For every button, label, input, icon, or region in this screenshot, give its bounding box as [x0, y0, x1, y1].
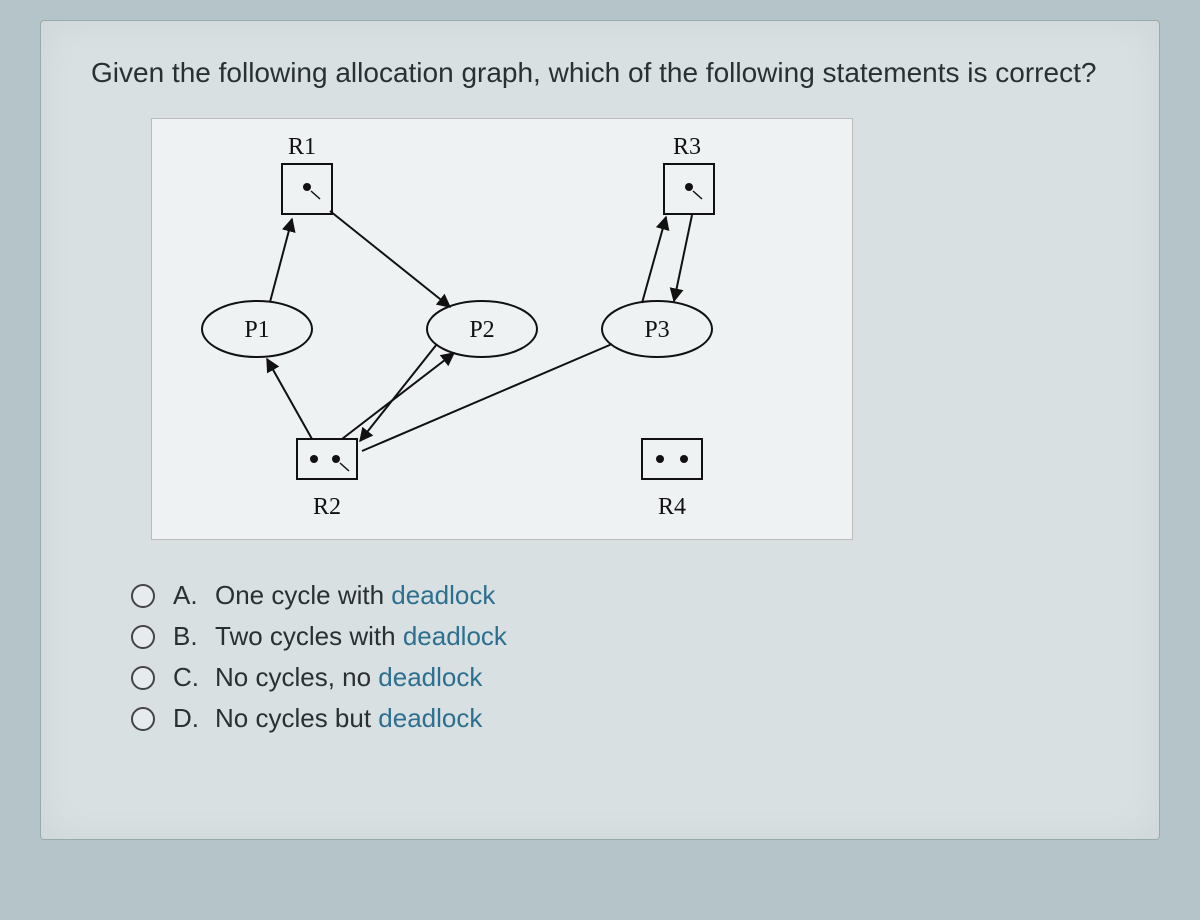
- edge-p1-r1: [270, 219, 292, 302]
- label-p1: P1: [244, 317, 269, 343]
- edge-r2-p1: [267, 359, 312, 439]
- option-letter: A.: [173, 580, 201, 611]
- option-plain: One cycle with: [215, 580, 391, 610]
- option-text: Two cycles with deadlock: [215, 621, 507, 652]
- radio-icon: [131, 584, 155, 608]
- allocation-graph: R1 R3 P1 P2 P3 R2: [151, 118, 853, 540]
- option-letter: B.: [173, 621, 201, 652]
- option-b[interactable]: B. Two cycles with deadlock: [131, 621, 1109, 652]
- option-text: No cycles but deadlock: [215, 703, 482, 734]
- instance-dot: [680, 455, 688, 463]
- edge-r1-p2: [330, 211, 450, 307]
- edge-r3-p3: [674, 215, 692, 301]
- options-list: A. One cycle with deadlock B. Two cycles…: [131, 580, 1109, 734]
- option-plain: No cycles but: [215, 703, 378, 733]
- label-r4: R4: [658, 494, 686, 520]
- option-letter: D.: [173, 703, 201, 734]
- question-card: Given the following allocation graph, wh…: [40, 20, 1160, 840]
- edge-p3-r3: [642, 217, 666, 303]
- label-r2: R2: [313, 494, 341, 520]
- option-d[interactable]: D. No cycles but deadlock: [131, 703, 1109, 734]
- option-highlight: deadlock: [391, 580, 495, 610]
- radio-icon: [131, 707, 155, 731]
- instance-dot: [303, 183, 311, 191]
- resource-r4: [642, 439, 702, 479]
- instance-dot: [656, 455, 664, 463]
- radio-icon: [131, 666, 155, 690]
- radio-icon: [131, 625, 155, 649]
- edge-r2-p2: [342, 353, 454, 439]
- instance-dot: [332, 455, 340, 463]
- allocation-graph-svg: R1 R3 P1 P2 P3 R2: [152, 119, 852, 539]
- label-p3: P3: [644, 317, 669, 343]
- resource-r2: [297, 439, 357, 479]
- option-a[interactable]: A. One cycle with deadlock: [131, 580, 1109, 611]
- option-c[interactable]: C. No cycles, no deadlock: [131, 662, 1109, 693]
- option-plain: Two cycles with: [215, 621, 403, 651]
- edge-p3-r2: [362, 344, 612, 451]
- label-r3: R3: [673, 134, 701, 160]
- label-p2: P2: [469, 317, 494, 343]
- option-highlight: deadlock: [378, 703, 482, 733]
- option-text: No cycles, no deadlock: [215, 662, 482, 693]
- instance-dot: [310, 455, 318, 463]
- instance-dot: [685, 183, 693, 191]
- option-highlight: deadlock: [403, 621, 507, 651]
- option-text: One cycle with deadlock: [215, 580, 495, 611]
- option-letter: C.: [173, 662, 201, 693]
- label-r1: R1: [288, 134, 316, 160]
- question-text: Given the following allocation graph, wh…: [91, 51, 1109, 94]
- edge-p2-r2: [360, 344, 437, 441]
- option-plain: No cycles, no: [215, 662, 378, 692]
- option-highlight: deadlock: [378, 662, 482, 692]
